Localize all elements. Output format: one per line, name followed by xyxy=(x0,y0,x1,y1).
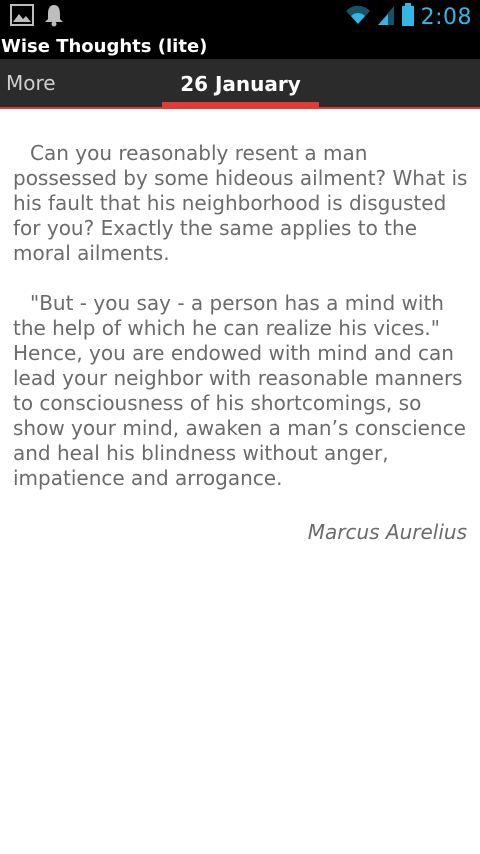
quote-paragraph-2: "But - you say - a person has a mind wit… xyxy=(13,291,473,490)
signal-icon xyxy=(377,4,395,31)
tab-more[interactable]: More xyxy=(6,71,56,95)
app-title: Wise Thoughts (lite) xyxy=(1,36,208,57)
quote-content: Can you reasonably resent a man possesse… xyxy=(13,141,471,516)
tab-bar: More 26 January xyxy=(0,59,480,107)
tab-bar-divider xyxy=(0,107,480,109)
notification-bell-icon xyxy=(44,3,64,32)
battery-icon xyxy=(401,2,415,32)
status-right-icons: 2:08 xyxy=(345,2,472,32)
app-title-bar: Wise Thoughts (lite) xyxy=(0,34,480,59)
quote-author: Marcus Aurelius xyxy=(307,520,467,544)
status-bar: 2:08 xyxy=(0,0,480,34)
wifi-icon xyxy=(345,4,371,31)
tab-current-label: 26 January xyxy=(180,72,301,96)
status-left-icons xyxy=(10,3,64,32)
quote-paragraph-1: Can you reasonably resent a man possesse… xyxy=(13,141,474,265)
clock: 2:08 xyxy=(420,4,472,30)
image-icon xyxy=(10,3,34,31)
tab-current-date[interactable]: 26 January xyxy=(162,59,319,107)
